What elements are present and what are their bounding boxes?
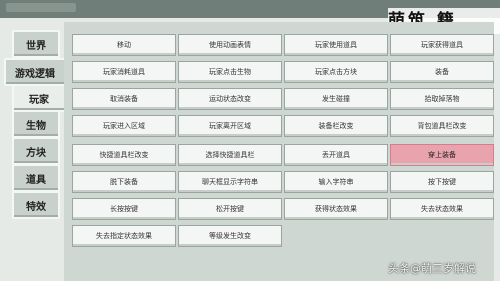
trigger-block-panel: 移动 使用动画表情 玩家使用道具 玩家获得道具 玩家消耗道具 玩家点击生物 玩家… (64, 22, 494, 281)
block-pickup-drop[interactable]: 拾取掉落物 (390, 88, 494, 110)
tab-creature[interactable]: 生物 (12, 110, 60, 138)
block-equipment-slot-change[interactable]: 装备栏改变 (284, 115, 388, 137)
block-lose-specific-status-effect[interactable]: 失去指定状态效果 (72, 225, 176, 247)
block-hotbar-change[interactable]: 快捷道具栏改变 (72, 144, 176, 166)
block-player-click-creature[interactable]: 玩家点击生物 (178, 61, 282, 83)
block-drop-item[interactable]: 丢开道具 (284, 144, 388, 166)
block-unequip[interactable]: 取消装备 (72, 88, 176, 110)
block-move[interactable]: 移动 (72, 34, 176, 56)
tab-game-logic[interactable]: 游戏逻辑 (4, 58, 66, 86)
block-release-key[interactable]: 松开按键 (178, 198, 282, 220)
category-sidebar: 世界 游戏逻辑 玩家 生物 方块 道具 特效 (0, 18, 68, 281)
block-player-consume-item[interactable]: 玩家消耗道具 (72, 61, 176, 83)
block-gain-status-effect[interactable]: 获得状态效果 (284, 198, 388, 220)
window-title-placeholder (6, 3, 76, 12)
block-backpack-slot-change[interactable]: 背包道具栏改变 (390, 115, 494, 137)
block-motion-state-change[interactable]: 运动状态改变 (178, 88, 282, 110)
tab-effect[interactable]: 特效 (12, 191, 60, 219)
block-wear-equipment[interactable]: 穿上装备 (390, 144, 494, 166)
block-take-off-equipment[interactable]: 脱下装备 (72, 171, 176, 193)
block-player-enter-area[interactable]: 玩家进入区域 (72, 115, 176, 137)
block-equip[interactable]: 装备 (390, 61, 494, 83)
block-use-emote[interactable]: 使用动画表情 (178, 34, 282, 56)
tab-block[interactable]: 方块 (12, 137, 60, 165)
block-player-leave-area[interactable]: 玩家离开区域 (178, 115, 282, 137)
block-player-use-item[interactable]: 玩家使用道具 (284, 34, 388, 56)
block-chat-show-string[interactable]: 聊天框显示字符串 (178, 171, 282, 193)
tab-player[interactable]: 玩家 (12, 84, 66, 112)
watermark-caption: 头条@萌三岁解说 (388, 262, 476, 275)
block-lose-status-effect[interactable]: 失去状态效果 (390, 198, 494, 220)
block-player-get-item[interactable]: 玩家获得道具 (390, 34, 494, 56)
block-player-click-block[interactable]: 玩家点击方块 (284, 61, 388, 83)
block-press-key[interactable]: 按下按键 (390, 171, 494, 193)
block-level-change[interactable]: 等级发生改变 (178, 225, 282, 247)
block-input-string[interactable]: 输入字符串 (284, 171, 388, 193)
tab-item[interactable]: 道具 (12, 164, 60, 192)
block-long-press-key[interactable]: 长按按键 (72, 198, 176, 220)
block-collision[interactable]: 发生碰撞 (284, 88, 388, 110)
block-select-hotbar[interactable]: 选择快捷道具栏 (178, 144, 282, 166)
tab-world[interactable]: 世界 (12, 30, 60, 58)
